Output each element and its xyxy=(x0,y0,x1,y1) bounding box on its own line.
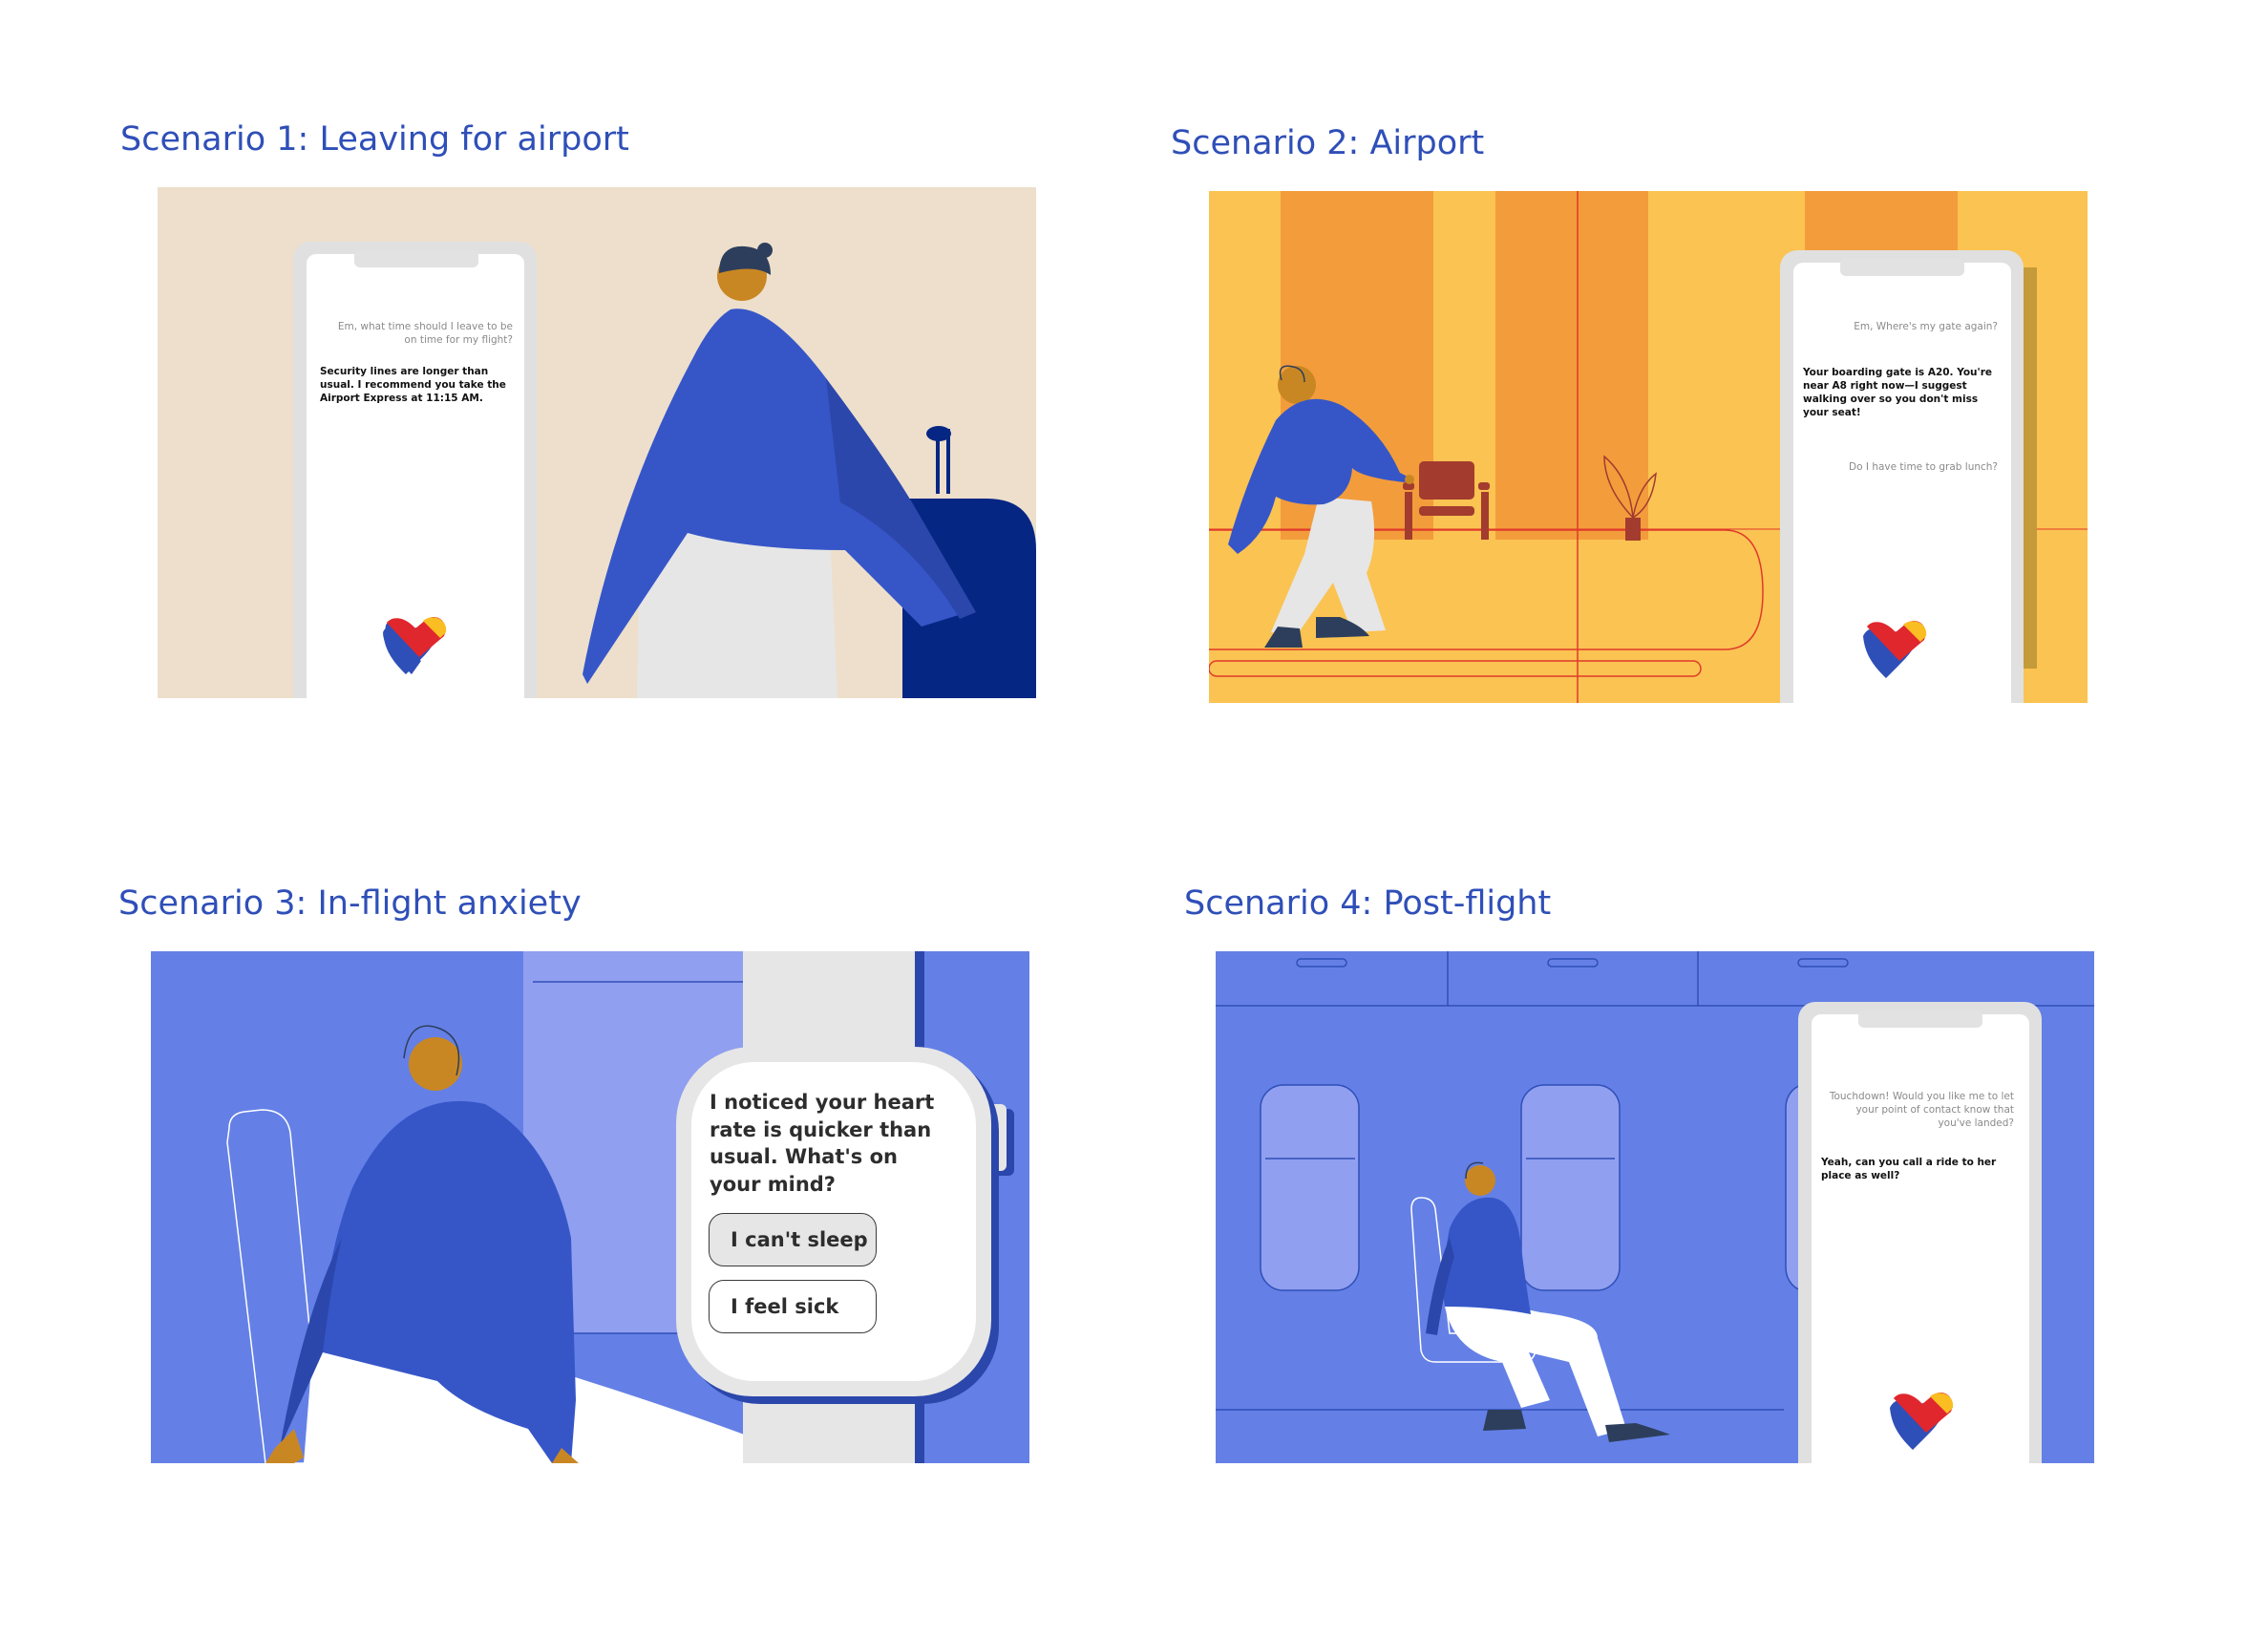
scenario-1-illustration: Em, what time should I leave to be on ti… xyxy=(158,187,1036,698)
scenario-4-title: Scenario 4: Post-flight xyxy=(1184,884,1552,923)
scenario-1-scene xyxy=(158,187,1036,698)
scenario-3-scene xyxy=(151,951,1029,1463)
option-cant-sleep-button[interactable]: I can't sleep xyxy=(709,1213,877,1266)
chat-message-user: Do I have time to grab lunch? xyxy=(1849,461,1998,473)
scenario-4-scene xyxy=(1216,951,2094,1463)
scenario-3-illustration: I noticed your heart rate is quicker tha… xyxy=(151,951,1029,1463)
smartphone-icon xyxy=(1798,1002,2042,1463)
scenario-4-illustration: Touchdown! Would you like me to let your… xyxy=(1216,951,2094,1463)
chat-message-assistant: Security lines are longer than usual. I … xyxy=(320,366,506,404)
scenario-2-illustration: Em, Where's my gate again? Your boarding… xyxy=(1209,191,2088,703)
chat-message-assistant: Your boarding gate is A20. You're near A… xyxy=(1803,367,1993,418)
scenario-1-title: Scenario 1: Leaving for airport xyxy=(120,120,629,159)
watch-message: I noticed your heart rate is quicker tha… xyxy=(710,1091,935,1196)
chat-message-user: Em, Where's my gate again? xyxy=(1854,321,1998,332)
chat-message-assistant: Touchdown! Would you like me to let your… xyxy=(1829,1091,2014,1129)
scenario-2-title: Scenario 2: Airport xyxy=(1171,124,1485,162)
chat-message-user: Yeah, can you call a ride to her place a… xyxy=(1821,1157,1997,1181)
scenario-3-title: Scenario 3: In-flight anxiety xyxy=(118,884,582,923)
chat-message-user: Em, what time should I leave to be on ti… xyxy=(337,321,513,346)
option-feel-sick-button[interactable]: I feel sick xyxy=(709,1280,877,1333)
scenario-2-scene xyxy=(1209,191,2088,703)
